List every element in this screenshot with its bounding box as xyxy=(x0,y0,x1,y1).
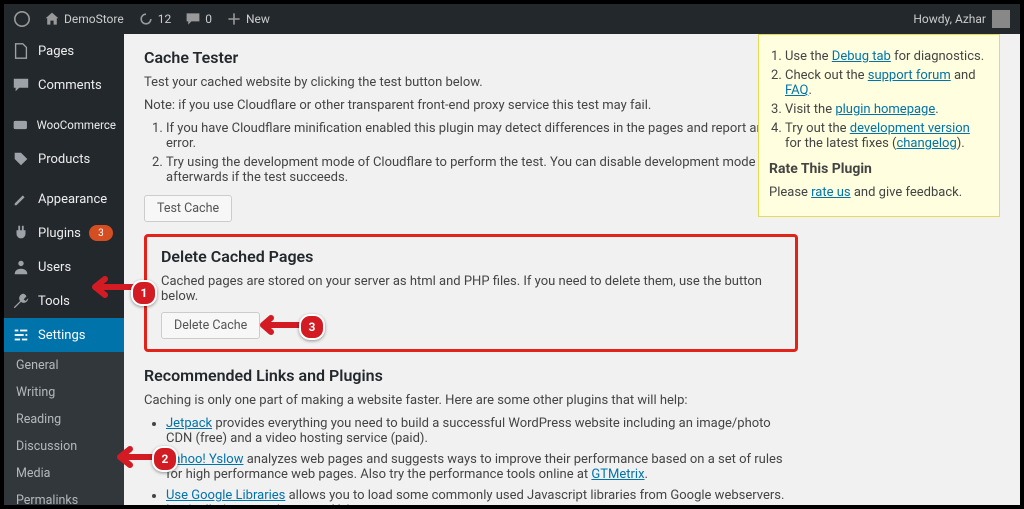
rec-yslow: Yahoo! Yslow analyzes web pages and sugg… xyxy=(166,452,796,482)
rec-jetpack: Jetpack provides everything you need to … xyxy=(166,416,796,446)
delete-cached-p: Cached pages are stored on your server a… xyxy=(161,274,781,304)
cache-tester-p2: Note: if you use Cloudflare or other tra… xyxy=(144,98,764,113)
debug-tab-link[interactable]: Debug tab xyxy=(832,49,891,64)
cache-tester-li1: If you have Cloudflare minification enab… xyxy=(166,121,786,151)
menu-comments[interactable]: Comments xyxy=(4,68,124,102)
menu-pages[interactable]: Pages xyxy=(4,34,124,68)
menu-plugins[interactable]: Plugins3 xyxy=(4,216,124,250)
sub-reading[interactable]: Reading xyxy=(4,406,124,433)
avatar[interactable] xyxy=(992,10,1010,28)
recommended-intro: Caching is only one part of making a web… xyxy=(144,393,774,408)
delete-cached-section: Delete Cached Pages Cached pages are sto… xyxy=(144,234,798,352)
rate-us-link[interactable]: rate us xyxy=(811,185,850,200)
menu-products[interactable]: Products xyxy=(4,142,124,176)
sub-writing[interactable]: Writing xyxy=(4,379,124,406)
delete-cached-heading: Delete Cached Pages xyxy=(161,247,781,266)
jetpack-link[interactable]: Jetpack xyxy=(166,416,212,431)
dev-version-link[interactable]: development version xyxy=(850,121,970,136)
rate-heading: Rate This Plugin xyxy=(769,161,989,177)
settings-submenu: General Writing Reading Discussion Media… xyxy=(4,352,124,509)
test-cache-button[interactable]: Test Cache xyxy=(144,195,232,222)
wp-logo[interactable] xyxy=(14,11,30,27)
menu-users[interactable]: Users xyxy=(4,250,124,284)
updates[interactable]: 12 xyxy=(138,11,172,27)
sub-media[interactable]: Media xyxy=(4,460,124,487)
need-help-panel: Use the Debug tab for diagnostics. Check… xyxy=(758,34,1000,217)
menu-settings[interactable]: Settings xyxy=(4,318,124,352)
new-content[interactable]: New xyxy=(226,11,270,27)
sub-general[interactable]: General xyxy=(4,352,124,379)
rec-ugl: Use Google Libraries allows you to load … xyxy=(166,488,796,505)
changelog-link[interactable]: changelog xyxy=(896,136,956,151)
main-content: Cache Tester Test your cached website by… xyxy=(124,34,1020,505)
faq-link[interactable]: FAQ xyxy=(785,83,808,98)
comments-count[interactable]: 0 xyxy=(185,11,212,27)
cache-tester-p1: Test your cached website by clicking the… xyxy=(144,75,764,90)
support-forum-link[interactable]: support forum xyxy=(868,68,951,83)
yslow-link[interactable]: Yahoo! Yslow xyxy=(166,452,243,467)
cache-tester-li2: Try using the development mode of Cloudf… xyxy=(166,155,786,185)
menu-appearance[interactable]: Appearance xyxy=(4,182,124,216)
gtmetrix-link[interactable]: GTMetrix xyxy=(591,467,644,482)
callout-3: 3 xyxy=(299,314,325,340)
sub-permalinks[interactable]: Permalinks xyxy=(4,487,124,509)
plugin-homepage-link[interactable]: plugin homepage xyxy=(835,102,935,117)
plugin-update-badge: 3 xyxy=(89,225,113,241)
admin-bar: DemoStore 12 0 New Howdy, Azhar xyxy=(4,4,1020,34)
sub-discussion[interactable]: Discussion xyxy=(4,433,124,460)
menu-tools[interactable]: Tools xyxy=(4,284,124,318)
site-name[interactable]: DemoStore xyxy=(44,11,124,27)
ugl-link[interactable]: Use Google Libraries xyxy=(166,488,285,503)
recommended-heading: Recommended Links and Plugins xyxy=(144,366,1000,385)
howdy-text[interactable]: Howdy, Azhar xyxy=(913,12,986,26)
admin-sidebar: Pages Comments WooCommerce Products Appe… xyxy=(4,34,124,505)
menu-woocommerce[interactable]: WooCommerce xyxy=(4,108,124,142)
delete-cache-button[interactable]: Delete Cache xyxy=(161,312,260,339)
